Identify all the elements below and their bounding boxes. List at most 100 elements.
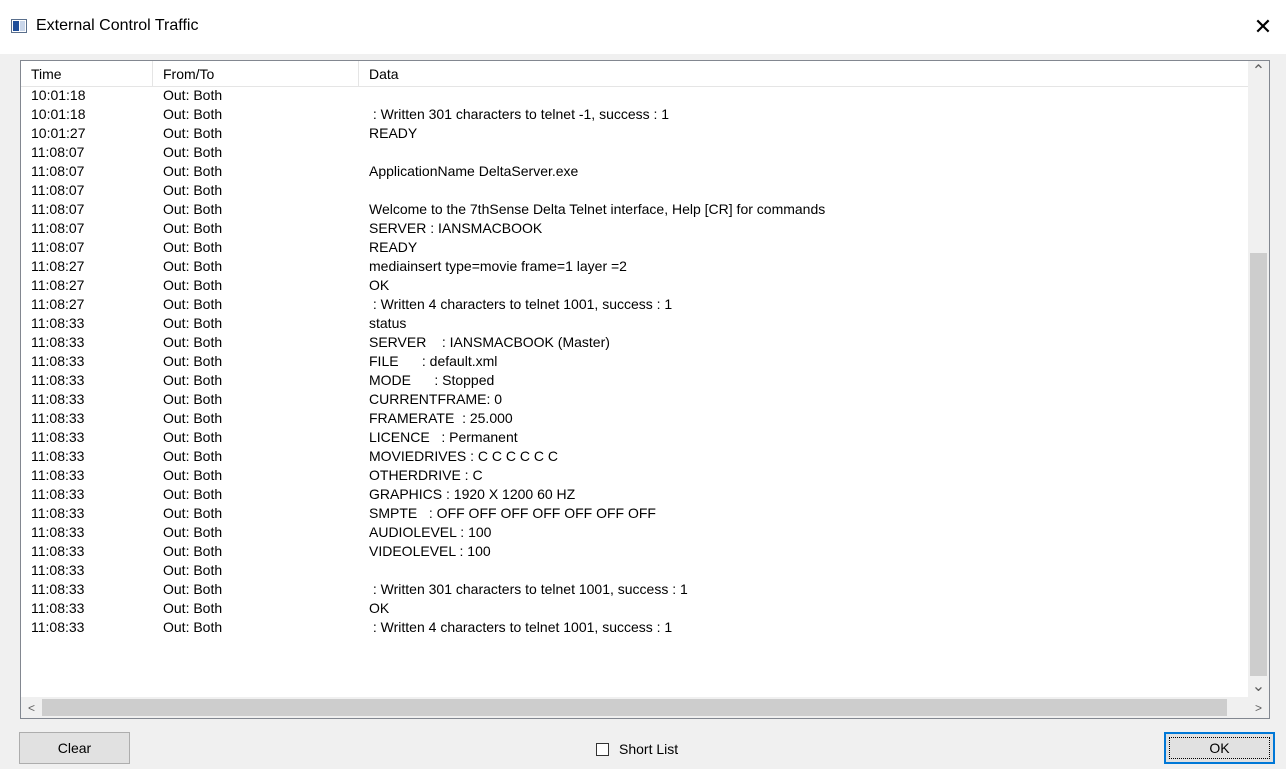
row-data: LICENCE : Permanent [369,429,518,445]
table-row[interactable]: 11:08:33 Out: Both [21,561,1249,580]
row-data: SMPTE : OFF OFF OFF OFF OFF OFF OFF [369,505,656,521]
table-row[interactable]: 11:08:33 Out: Both AUDIOLEVEL : 100 [21,523,1249,542]
row-data: ApplicationName DeltaServer.exe [369,163,579,179]
vertical-scroll-thumb[interactable] [1250,253,1267,676]
column-header-data[interactable]: Data [359,61,1249,86]
table-row[interactable]: 10:01:27 Out: Both READY [21,124,1249,143]
table-row[interactable]: 11:08:33 Out: Both status [21,314,1249,333]
table-row[interactable]: 11:08:33 Out: Both SERVER : IANSMACBOOK (M… [21,333,1249,352]
short-list-checkbox-group[interactable]: Short List [596,741,678,757]
row-from-to: Out: Both [163,239,223,255]
row-from-to: Out: Both [163,619,223,635]
chevron-down-icon: ⌄ [1251,677,1266,695]
row-from-to: Out: Both [163,182,223,198]
row-time: 11:08:07 [31,239,85,255]
row-from-to: Out: Both [163,391,223,407]
row-from-to: Out: Both [163,201,223,217]
row-data: READY [369,239,418,255]
table-row[interactable]: 11:08:07 Out: Both [21,181,1249,200]
row-from-to: Out: Both [163,505,223,521]
app-window-icon [11,19,27,33]
table-row[interactable]: 11:08:33 Out: Both : Written 301 characte… [21,580,1249,599]
table-row[interactable]: 11:08:27 Out: Both mediainsert type=movie … [21,257,1249,276]
column-header-time[interactable]: Time [21,61,153,86]
row-data: SERVER : IANSMACBOOK [369,220,543,236]
scroll-down-button[interactable]: ⌄ [1248,676,1269,697]
row-time: 11:08:33 [31,391,85,407]
table-row[interactable]: 11:08:33 Out: Both FILE : default.xml [21,352,1249,371]
clear-button[interactable]: Clear [19,732,130,764]
row-time: 11:08:27 [31,277,85,293]
table-row[interactable]: 11:08:33 Out: Both OK [21,599,1249,618]
row-data: READY [369,125,418,141]
column-header-from-to[interactable]: From/To [153,61,359,86]
row-from-to: Out: Both [163,581,223,597]
horizontal-scroll-thumb[interactable] [42,699,1227,716]
row-time: 11:08:33 [31,486,85,502]
close-button[interactable]: ✕ [1240,0,1286,54]
close-icon: ✕ [1253,14,1273,39]
table-row[interactable]: 11:08:27 Out: Both OK [21,276,1249,295]
traffic-list[interactable]: Time From/To Data 10:01:18 Out: Both 10:01… [20,60,1270,719]
table-row[interactable]: 11:08:07 Out: Both [21,143,1249,162]
row-time: 11:08:07 [31,163,85,179]
row-data: OK [369,277,390,293]
short-list-label: Short List [619,741,679,757]
row-time: 10:01:18 [31,106,86,122]
table-row[interactable]: 11:08:27 Out: Both : Written 4 characters… [21,295,1249,314]
row-from-to: Out: Both [163,125,223,141]
row-time: 11:08:33 [31,334,85,350]
row-from-to: Out: Both [163,163,223,179]
table-row[interactable]: 11:08:07 Out: Both READY [21,238,1249,257]
table-row[interactable]: 11:08:33 Out: Both OTHERDRIVE : C [21,466,1249,485]
row-data: GRAPHICS : 1920 X 1200 60 HZ [369,486,576,502]
table-row[interactable]: 11:08:33 Out: Both GRAPHICS : 1920 X 1200 … [21,485,1249,504]
table-row[interactable]: 11:08:33 Out: Both CURRENTFRAME: 0 [21,390,1249,409]
ok-button[interactable]: OK [1164,732,1275,764]
row-data: FILE : default.xml [369,353,498,369]
row-from-to: Out: Both [163,106,223,122]
table-row[interactable]: 11:08:33 Out: Both SMPTE : OFF OFF OFF OFF… [21,504,1249,523]
table-row[interactable]: 11:08:33 Out: Both MODE : Stopped [21,371,1249,390]
table-row[interactable]: 11:08:07 Out: Both ApplicationName DeltaSe… [21,162,1249,181]
row-data: : Written 4 characters to telnet 1001, s… [369,619,673,635]
list-header: Time From/To Data [21,61,1249,87]
row-time: 11:08:07 [31,144,85,160]
row-time: 11:08:33 [31,448,85,464]
table-row[interactable]: 10:01:18 Out: Both [21,86,1249,105]
row-time: 11:08:33 [31,600,85,616]
row-data: VIDEOLEVEL : 100 [369,543,491,559]
row-time: 11:08:33 [31,315,85,331]
row-from-to: Out: Both [163,277,223,293]
chevron-up-icon: ⌃ [1251,62,1266,80]
scroll-up-button[interactable]: ⌃ [1248,61,1269,82]
row-from-to: Out: Both [163,372,223,388]
row-from-to: Out: Both [163,315,223,331]
table-row[interactable]: 11:08:33 Out: Both LICENCE : Permanent [21,428,1249,447]
vertical-scrollbar[interactable]: ⌃ ⌄ [1248,61,1269,697]
scroll-left-button[interactable]: < [21,697,42,718]
row-from-to: Out: Both [163,353,223,369]
table-row[interactable]: 11:08:33 Out: Both : Written 4 characters… [21,618,1249,637]
horizontal-scrollbar[interactable]: < > [21,697,1269,718]
table-row[interactable]: 11:08:07 Out: Both SERVER : IANSMACBOOK [21,219,1249,238]
row-from-to: Out: Both [163,543,223,559]
row-time: 11:08:07 [31,220,85,236]
row-time: 11:08:33 [31,581,85,597]
row-data: OK [369,600,390,616]
row-time: 11:08:27 [31,296,85,312]
row-data: AUDIOLEVEL : 100 [369,524,492,540]
row-time: 11:08:33 [31,562,85,578]
short-list-checkbox[interactable] [596,742,609,756]
table-row[interactable]: 11:08:07 Out: Both Welcome to the 7thSense… [21,200,1249,219]
row-time: 10:01:18 [31,87,86,103]
scroll-right-button[interactable]: > [1248,697,1269,718]
row-data: : Written 301 characters to telnet 1001,… [369,581,688,597]
table-row[interactable]: 10:01:18 Out: Both : Written 301 characte… [21,105,1249,124]
row-time: 11:08:33 [31,543,85,559]
table-row[interactable]: 11:08:33 Out: Both VIDEOLEVEL : 100 [21,542,1249,561]
row-from-to: Out: Both [163,524,223,540]
table-row[interactable]: 11:08:33 Out: Both FRAMERATE : 25.000 [21,409,1249,428]
row-from-to: Out: Both [163,467,223,483]
table-row[interactable]: 11:08:33 Out: Both MOVIEDRIVES : C C C C C… [21,447,1249,466]
